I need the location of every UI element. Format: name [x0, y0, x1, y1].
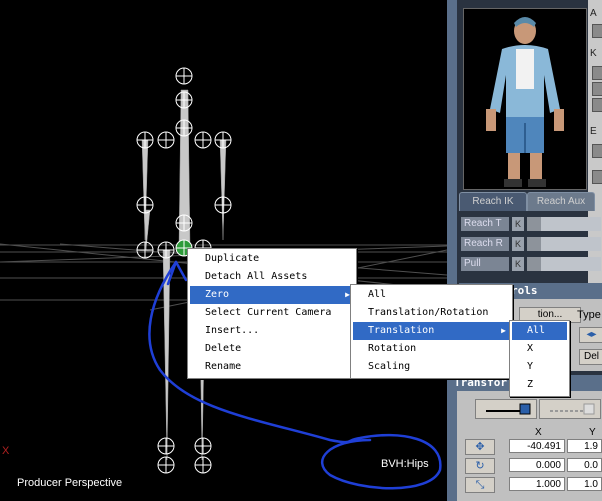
zero-translation-item[interactable]: Translation ▶ — [353, 322, 510, 340]
prev-arrow-icon[interactable]: ◂▸ — [579, 327, 602, 343]
pull-label: Pull — [461, 257, 509, 271]
annotation-arrow — [166, 260, 188, 286]
move-tool-button[interactable] — [475, 399, 537, 419]
pull-slider-knob[interactable] — [527, 257, 541, 271]
joint-left-elbow — [136, 196, 154, 214]
viewport-camera-label: Producer Perspective — [17, 477, 123, 489]
menu-item-rename[interactable]: Rename — [190, 358, 354, 376]
menu-item-detach-all-assets[interactable]: Detach All Assets — [190, 268, 354, 286]
submenu-arrow-icon: ▶ — [501, 326, 506, 335]
svg-text:X: X — [2, 445, 10, 457]
reach-rotate-slider[interactable] — [527, 237, 601, 251]
side-letter-e: E — [590, 126, 597, 137]
zero-all-item[interactable]: All — [353, 286, 510, 304]
reach-translate-slider-knob[interactable] — [527, 217, 541, 231]
reach-translate-slider[interactable] — [527, 217, 601, 231]
translation-all-item[interactable]: All — [512, 322, 567, 340]
joint-neck — [175, 119, 193, 137]
reach-rotate-row: Reach R K — [461, 237, 601, 251]
joint-chest-right — [194, 131, 212, 149]
menu-item-zero-label: Zero — [205, 289, 230, 300]
character-preview — [463, 8, 587, 190]
side-letter-k: K — [590, 48, 597, 59]
joint-left-hand — [136, 241, 154, 259]
menu-item-duplicate[interactable]: Duplicate — [190, 250, 354, 268]
translate-y-field[interactable]: 1.9 — [567, 439, 602, 453]
menu-item-zero[interactable]: Zero ▶ — [190, 286, 354, 304]
zero-translation-label: Translation — [368, 325, 435, 336]
zero-scaling-item[interactable]: Scaling — [353, 358, 510, 376]
translation-z-item[interactable]: Z — [512, 376, 567, 394]
reach-rotate-label: Reach R — [461, 237, 509, 251]
rotate-x-field[interactable]: 0.000 — [509, 458, 565, 472]
reach-translate-row: Reach T K — [461, 217, 601, 231]
tab-reach-aux[interactable]: Reach Aux — [527, 192, 595, 211]
scale-tool-icon — [550, 403, 595, 415]
joint-left-knee-low — [157, 437, 175, 455]
rotate-icon[interactable]: ↻ — [465, 458, 495, 474]
translate-x-field[interactable]: -40.491 — [509, 439, 565, 453]
type-label: Type — [577, 309, 601, 321]
menu-item-select-current-camera[interactable]: Select Current Camera — [190, 304, 354, 322]
side-letter-a: A — [590, 8, 597, 19]
side-radio-1[interactable] — [592, 66, 602, 80]
reach-rotate-key-button[interactable]: K — [512, 237, 524, 251]
translation-x-item[interactable]: X — [512, 340, 567, 358]
joint-waist — [175, 214, 193, 232]
column-x-header: X — [535, 427, 542, 438]
joint-right-knee-low — [194, 437, 212, 455]
pull-row: Pull K — [461, 257, 601, 271]
joint-right-foot — [194, 456, 212, 474]
joint-head-top — [175, 67, 193, 85]
selected-bone-label: BVH:Hips — [381, 458, 429, 470]
side-toggle-1[interactable] — [592, 24, 602, 38]
joint-left-shoulder — [136, 131, 154, 149]
transform-area: X Y ✥ -40.491 1.9 ↻ 0.000 0.0 ⤡ 1.000 1.… — [457, 391, 602, 501]
translation-submenu: All X Y Z — [509, 320, 570, 397]
tab-reach-ik[interactable]: Reach IK — [459, 192, 527, 211]
context-menu: Duplicate Detach All Assets Zero ▶ Select… — [187, 248, 357, 379]
scale-icon[interactable]: ⤡ — [465, 477, 495, 493]
scale-y-field[interactable]: 1.0 — [567, 477, 602, 491]
zero-submenu: All Translation/Rotation Translation ▶ Ro… — [350, 284, 513, 379]
zero-translation-rotation-item[interactable]: Translation/Rotation — [353, 304, 510, 322]
character-figure — [464, 9, 586, 189]
reach-translate-label: Reach T — [461, 217, 509, 231]
joint-right-shoulder — [214, 131, 232, 149]
pull-slider[interactable] — [527, 257, 601, 271]
joint-left-foot — [157, 456, 175, 474]
panel-frame — [447, 0, 457, 501]
move-icon[interactable]: ✥ — [465, 439, 495, 455]
zero-rotation-item[interactable]: Rotation — [353, 340, 510, 358]
column-y-header: Y — [589, 427, 596, 438]
side-toggle-3[interactable] — [592, 170, 602, 184]
ik-tabs: Reach IK Reach Aux — [459, 192, 602, 212]
menu-item-delete[interactable]: Delete — [190, 340, 354, 358]
joint-chest-left — [157, 131, 175, 149]
side-radio-2[interactable] — [592, 82, 602, 96]
rotate-y-field[interactable]: 0.0 — [567, 458, 602, 472]
scale-x-field[interactable]: 1.000 — [509, 477, 565, 491]
reach-rotate-slider-knob[interactable] — [527, 237, 541, 251]
translation-y-item[interactable]: Y — [512, 358, 567, 376]
move-tool-icon — [486, 403, 531, 415]
scale-tool-button[interactable] — [539, 399, 601, 419]
joint-right-elbow — [214, 196, 232, 214]
menu-item-insert[interactable]: Insert... — [190, 322, 354, 340]
reach-translate-key-button[interactable]: K — [512, 217, 524, 231]
pull-key-button[interactable]: K — [512, 257, 524, 271]
side-toggle-2[interactable] — [592, 144, 602, 158]
delete-button[interactable]: Del — [579, 349, 602, 365]
joint-left-hip — [157, 241, 175, 259]
side-radio-3[interactable] — [592, 98, 602, 112]
joint-head — [175, 91, 193, 109]
